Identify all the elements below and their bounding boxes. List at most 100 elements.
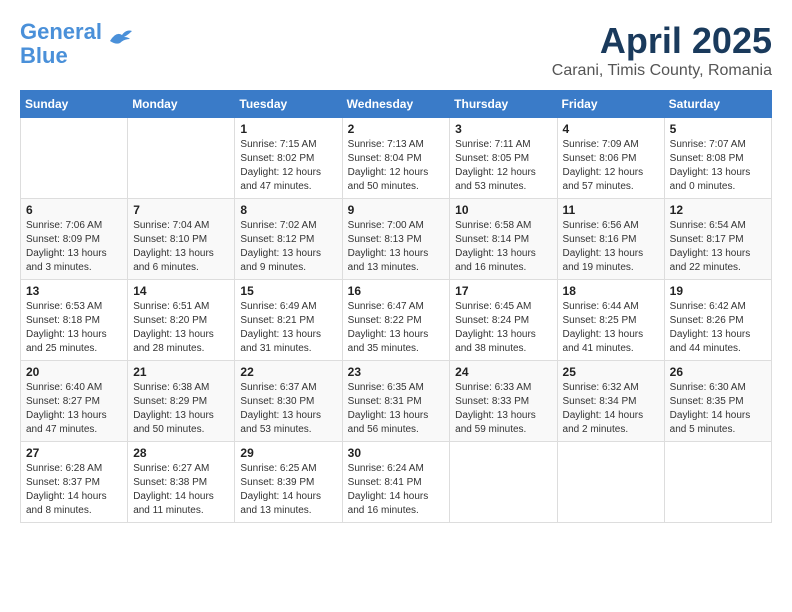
day-number: 6 (26, 203, 122, 217)
calendar-cell: 10Sunrise: 6:58 AM Sunset: 8:14 PM Dayli… (450, 199, 557, 280)
day-info: Sunrise: 7:02 AM Sunset: 8:12 PM Dayligh… (240, 219, 336, 275)
day-number: 29 (240, 446, 336, 460)
day-info: Sunrise: 6:54 AM Sunset: 8:17 PM Dayligh… (670, 219, 766, 275)
day-number: 17 (455, 284, 551, 298)
week-row-4: 20 Sunrise: 6:40 AM Sunset: 8:27 PM Dayli… (21, 361, 772, 442)
logo-general: General (20, 19, 102, 44)
calendar-cell: 20 Sunrise: 6:40 AM Sunset: 8:27 PM Dayli… (21, 361, 128, 442)
calendar-cell (557, 442, 664, 523)
day-info: Sunrise: 7:15 AM Sunset: 8:02 PM Dayligh… (240, 138, 336, 194)
day-info: Sunrise: 6:32 AM Sunset: 8:34 PM Dayligh… (563, 381, 659, 437)
day-number: 14 (133, 284, 229, 298)
day-info: Sunrise: 6:47 AM Sunset: 8:22 PM Dayligh… (348, 300, 445, 356)
calendar-cell: 12 Sunrise: 6:54 AM Sunset: 8:17 PM Dayli… (664, 199, 771, 280)
day-number: 5 (670, 122, 766, 136)
calendar-cell: 19Sunrise: 6:42 AM Sunset: 8:26 PM Dayli… (664, 280, 771, 361)
logo: General Blue (20, 20, 134, 68)
calendar-cell: 27Sunrise: 6:28 AM Sunset: 8:37 PM Dayli… (21, 442, 128, 523)
calendar-cell: 4 Sunrise: 7:09 AM Sunset: 8:06 PM Daylig… (557, 118, 664, 199)
week-row-5: 27Sunrise: 6:28 AM Sunset: 8:37 PM Dayli… (21, 442, 772, 523)
calendar-cell (21, 118, 128, 199)
day-info: Sunrise: 6:45 AM Sunset: 8:24 PM Dayligh… (455, 300, 551, 356)
day-info: Sunrise: 6:40 AM Sunset: 8:27 PM Dayligh… (26, 381, 122, 437)
week-row-2: 6 Sunrise: 7:06 AM Sunset: 8:09 PM Daylig… (21, 199, 772, 280)
day-info: Sunrise: 6:35 AM Sunset: 8:31 PM Dayligh… (348, 381, 445, 437)
day-info: Sunrise: 6:42 AM Sunset: 8:26 PM Dayligh… (670, 300, 766, 356)
logo-text: General Blue (20, 20, 102, 68)
day-info: Sunrise: 7:04 AM Sunset: 8:10 PM Dayligh… (133, 219, 229, 275)
day-number: 25 (563, 365, 659, 379)
week-row-1: 1 Sunrise: 7:15 AM Sunset: 8:02 PM Daylig… (21, 118, 772, 199)
day-info: Sunrise: 6:24 AM Sunset: 8:41 PM Dayligh… (348, 462, 445, 518)
day-info: Sunrise: 6:58 AM Sunset: 8:14 PM Dayligh… (455, 219, 551, 275)
day-number: 9 (348, 203, 445, 217)
calendar-cell: 11 Sunrise: 6:56 AM Sunset: 8:16 PM Dayli… (557, 199, 664, 280)
day-number: 20 (26, 365, 122, 379)
calendar-cell: 15 Sunrise: 6:49 AM Sunset: 8:21 PM Dayli… (235, 280, 342, 361)
calendar-cell: 18 Sunrise: 6:44 AM Sunset: 8:25 PM Dayli… (557, 280, 664, 361)
day-number: 11 (563, 203, 659, 217)
day-number: 21 (133, 365, 229, 379)
calendar-cell (128, 118, 235, 199)
day-number: 28 (133, 446, 229, 460)
calendar-cell: 1 Sunrise: 7:15 AM Sunset: 8:02 PM Daylig… (235, 118, 342, 199)
day-number: 24 (455, 365, 551, 379)
day-number: 18 (563, 284, 659, 298)
calendar-cell: 2Sunrise: 7:13 AM Sunset: 8:04 PM Daylig… (342, 118, 450, 199)
day-number: 8 (240, 203, 336, 217)
title-area: April 2025 Carani, Timis County, Romania (552, 20, 772, 80)
day-info: Sunrise: 6:30 AM Sunset: 8:35 PM Dayligh… (670, 381, 766, 437)
calendar-cell: 23 Sunrise: 6:35 AM Sunset: 8:31 PM Dayli… (342, 361, 450, 442)
day-info: Sunrise: 6:28 AM Sunset: 8:37 PM Dayligh… (26, 462, 122, 518)
weekday-header-thursday: Thursday (450, 91, 557, 118)
weekday-header-saturday: Saturday (664, 91, 771, 118)
day-info: Sunrise: 7:11 AM Sunset: 8:05 PM Dayligh… (455, 138, 551, 194)
day-info: Sunrise: 6:56 AM Sunset: 8:16 PM Dayligh… (563, 219, 659, 275)
day-number: 2 (348, 122, 445, 136)
logo-blue: Blue (20, 43, 68, 68)
calendar-cell: 13Sunrise: 6:53 AM Sunset: 8:18 PM Dayli… (21, 280, 128, 361)
calendar-cell: 6 Sunrise: 7:06 AM Sunset: 8:09 PM Daylig… (21, 199, 128, 280)
calendar-cell: 8 Sunrise: 7:02 AM Sunset: 8:12 PM Daylig… (235, 199, 342, 280)
calendar-body: 1 Sunrise: 7:15 AM Sunset: 8:02 PM Daylig… (21, 118, 772, 523)
month-title: April 2025 (552, 20, 772, 62)
day-info: Sunrise: 7:07 AM Sunset: 8:08 PM Dayligh… (670, 138, 766, 194)
weekday-header-row: SundayMondayTuesdayWednesdayThursdayFrid… (21, 91, 772, 118)
calendar-cell (664, 442, 771, 523)
calendar-cell: 17 Sunrise: 6:45 AM Sunset: 8:24 PM Dayli… (450, 280, 557, 361)
calendar-cell: 26 Sunrise: 6:30 AM Sunset: 8:35 PM Dayli… (664, 361, 771, 442)
day-number: 1 (240, 122, 336, 136)
day-info: Sunrise: 6:44 AM Sunset: 8:25 PM Dayligh… (563, 300, 659, 356)
calendar-cell: 25 Sunrise: 6:32 AM Sunset: 8:34 PM Dayli… (557, 361, 664, 442)
day-info: Sunrise: 6:37 AM Sunset: 8:30 PM Dayligh… (240, 381, 336, 437)
calendar-cell: 7 Sunrise: 7:04 AM Sunset: 8:10 PM Daylig… (128, 199, 235, 280)
day-number: 22 (240, 365, 336, 379)
weekday-header-monday: Monday (128, 91, 235, 118)
page-header: General Blue April 2025 Carani, Timis Co… (20, 20, 772, 80)
calendar-cell: 9Sunrise: 7:00 AM Sunset: 8:13 PM Daylig… (342, 199, 450, 280)
calendar-cell: 22 Sunrise: 6:37 AM Sunset: 8:30 PM Dayli… (235, 361, 342, 442)
day-number: 15 (240, 284, 336, 298)
weekday-header-wednesday: Wednesday (342, 91, 450, 118)
day-number: 7 (133, 203, 229, 217)
calendar-cell: 5 Sunrise: 7:07 AM Sunset: 8:08 PM Daylig… (664, 118, 771, 199)
day-info: Sunrise: 6:51 AM Sunset: 8:20 PM Dayligh… (133, 300, 229, 356)
day-info: Sunrise: 6:25 AM Sunset: 8:39 PM Dayligh… (240, 462, 336, 518)
day-number: 4 (563, 122, 659, 136)
week-row-3: 13Sunrise: 6:53 AM Sunset: 8:18 PM Dayli… (21, 280, 772, 361)
day-number: 16 (348, 284, 445, 298)
day-info: Sunrise: 7:06 AM Sunset: 8:09 PM Dayligh… (26, 219, 122, 275)
day-number: 12 (670, 203, 766, 217)
weekday-header-tuesday: Tuesday (235, 91, 342, 118)
day-info: Sunrise: 6:27 AM Sunset: 8:38 PM Dayligh… (133, 462, 229, 518)
calendar-cell: 16 Sunrise: 6:47 AM Sunset: 8:22 PM Dayli… (342, 280, 450, 361)
day-info: Sunrise: 6:49 AM Sunset: 8:21 PM Dayligh… (240, 300, 336, 356)
day-info: Sunrise: 7:09 AM Sunset: 8:06 PM Dayligh… (563, 138, 659, 194)
calendar-cell: 29 Sunrise: 6:25 AM Sunset: 8:39 PM Dayli… (235, 442, 342, 523)
day-number: 13 (26, 284, 122, 298)
day-number: 30 (348, 446, 445, 460)
calendar-cell: 30 Sunrise: 6:24 AM Sunset: 8:41 PM Dayli… (342, 442, 450, 523)
day-number: 26 (670, 365, 766, 379)
calendar-cell: 21Sunrise: 6:38 AM Sunset: 8:29 PM Dayli… (128, 361, 235, 442)
day-number: 23 (348, 365, 445, 379)
